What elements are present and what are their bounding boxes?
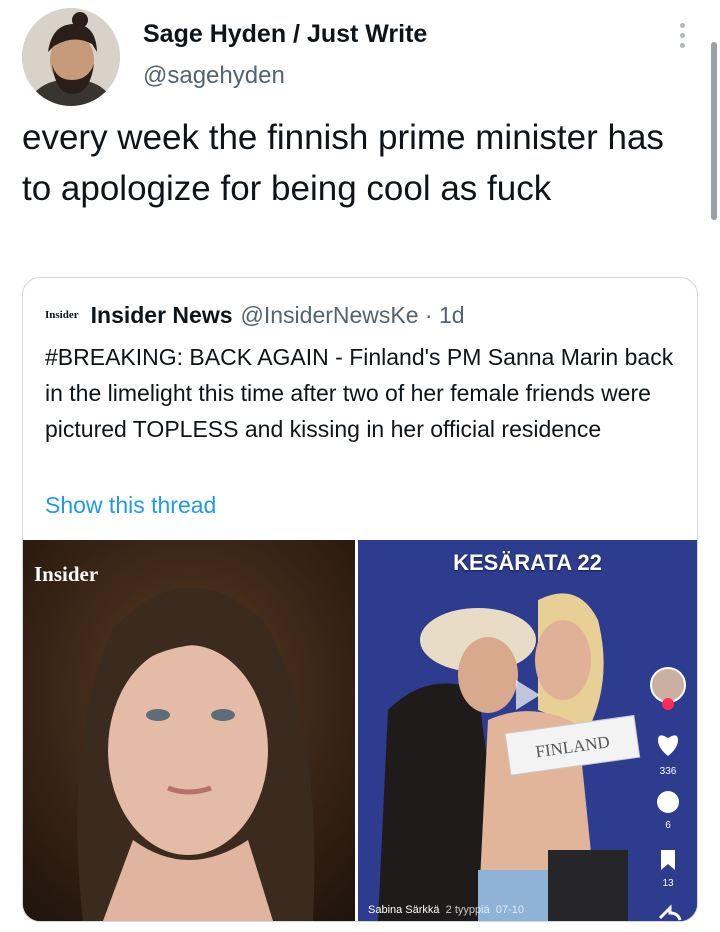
credit-date: 07-10 [495,904,524,916]
insider-watermark: Insider [34,562,99,586]
tweet-header: Sage Hyden / Just Write @sagehyden [0,0,720,110]
author-handle[interactable]: @sagehyden [143,62,285,90]
credit-name: Sabina Särkkä [368,904,440,916]
like-count: 336 [659,766,677,777]
portrait-image[interactable]: Insider [23,540,355,921]
comment-icon[interactable] [657,791,679,813]
video-credit: Sabina Särkkä 2 tyyppiä 07-10 [368,904,524,916]
scrollbar[interactable] [709,42,720,220]
quoted-tweet[interactable]: Insider Insider News @InsiderNewsKe · 1d… [22,277,698,922]
show-thread-link[interactable]: Show this thread [45,492,216,519]
quoted-tweet-header: Insider Insider News @InsiderNewsKe · 1d [45,298,465,332]
credit-tag: 2 tyyppiä [445,904,490,916]
quoted-media[interactable]: Insider FINLAND KESÄRATA 22 336 6 13 Sab… [23,540,697,921]
author-avatar[interactable] [22,8,120,106]
video-caption: KESÄRATA 22 [453,550,602,575]
more-icon[interactable] [672,20,692,52]
quoted-avatar-logo: Insider [45,309,79,321]
comment-count: 6 [665,820,671,831]
quoted-author-name[interactable]: Insider News [91,302,233,329]
tweet-text: every week the finnish prime minister ha… [22,118,664,208]
quoted-tweet-text: #BREAKING: BACK AGAIN - Finland's PM San… [45,344,674,442]
save-count: 13 [662,878,674,889]
author-name[interactable]: Sage Hyden / Just Write [143,20,427,49]
quoted-author-meta: @InsiderNewsKe · 1d [240,301,465,328]
tiktok-image[interactable]: FINLAND KESÄRATA 22 336 6 13 Sabina Särk… [358,540,697,921]
